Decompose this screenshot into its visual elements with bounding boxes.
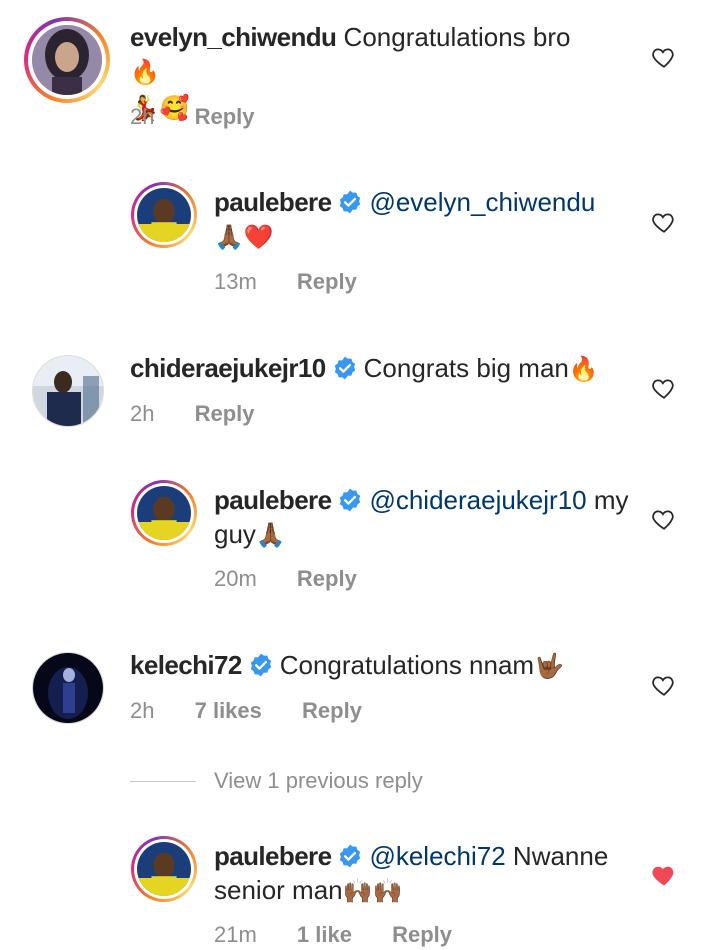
timestamp: 21m: [214, 922, 257, 947]
reply-item: paulebere @chideraejukejr10 my guy🙏🏾 20m …: [0, 465, 720, 605]
reply-button[interactable]: Reply: [195, 104, 255, 129]
avatar-image: [137, 486, 191, 540]
comment-text: Congratulations bro: [343, 22, 571, 52]
comment-meta: 2h Reply: [130, 104, 289, 130]
comment-item: kelechi72 Congratulations nnam🤟🏾 2h 7 lik…: [0, 632, 720, 742]
comment-meta: 2h 7 likes Reply: [130, 698, 396, 724]
comment-item: chideraejukejr10 Congrats big man🔥 2h Rep…: [0, 335, 720, 465]
view-replies-label[interactable]: View 1 previous reply: [214, 768, 423, 794]
comment-meta: 2h Reply: [130, 401, 289, 427]
username[interactable]: chideraejukejr10: [130, 353, 326, 383]
avatar[interactable]: [32, 355, 104, 427]
comment-text: Congratulations nnam: [279, 650, 535, 680]
heart-icon[interactable]: [651, 506, 677, 532]
verified-badge-icon: [250, 653, 271, 677]
avatar-image: [137, 188, 191, 242]
mention-link[interactable]: @kelechi72: [369, 841, 505, 871]
reply-button[interactable]: Reply: [302, 698, 362, 723]
comment-text-line2: senior man: [214, 875, 343, 905]
comment-emoji: 🤟🏾: [534, 653, 564, 680]
avatar[interactable]: [131, 182, 197, 248]
avatar[interactable]: [131, 836, 197, 902]
mention-link[interactable]: @chideraejukejr10: [369, 485, 586, 515]
username[interactable]: paulebere: [214, 187, 332, 217]
comment-text-line2: guy: [214, 519, 256, 549]
avatar[interactable]: [131, 480, 197, 546]
avatar[interactable]: [24, 17, 110, 103]
username[interactable]: paulebere: [214, 485, 332, 515]
thread-line: [130, 780, 196, 782]
comment-emoji: 🙌🏾🙌🏾: [342, 878, 403, 905]
reply-item: paulebere @evelyn_chiwendu 🙏🏾❤️ 13m Reply: [0, 165, 720, 305]
heart-filled-icon[interactable]: [651, 862, 677, 888]
timestamp: 2h: [130, 104, 155, 129]
verified-badge-icon: [340, 488, 361, 512]
timestamp: 13m: [214, 269, 257, 294]
heart-icon[interactable]: [651, 672, 677, 698]
comment-emoji: 🙏🏾: [255, 522, 286, 549]
verified-badge-icon: [340, 844, 361, 868]
avatar-image: [137, 842, 191, 896]
view-previous-replies[interactable]: View 1 previous reply: [130, 768, 423, 794]
fire-emoji: 🔥: [130, 59, 160, 86]
comment-text: Nwanne: [512, 841, 609, 871]
verified-badge-icon: [334, 356, 355, 380]
verified-badge-icon: [340, 190, 361, 214]
heart-icon[interactable]: [651, 209, 677, 235]
heart-icon[interactable]: [651, 375, 677, 401]
timestamp: 2h: [130, 698, 155, 723]
comment-text: Congrats big man: [363, 353, 569, 383]
comment-text: my: [593, 485, 629, 515]
avatar-image: [33, 653, 103, 723]
comment-meta: 21m 1 like Reply: [214, 922, 486, 948]
likes-count[interactable]: 1 like: [297, 922, 352, 947]
fire-emoji: 🔥: [568, 356, 599, 383]
avatar[interactable]: [32, 652, 104, 724]
comment-item: evelyn_chiwendu Congratulations bro🔥 💃🥰 …: [0, 0, 720, 160]
comment-emoji: 🙏🏾❤️: [214, 224, 274, 251]
avatar-image: [33, 356, 103, 426]
reply-button[interactable]: Reply: [392, 922, 452, 947]
timestamp: 20m: [214, 566, 257, 591]
username[interactable]: paulebere: [214, 841, 332, 871]
likes-count[interactable]: 7 likes: [195, 698, 262, 723]
username[interactable]: evelyn_chiwendu: [130, 22, 337, 52]
reply-button[interactable]: Reply: [297, 269, 357, 294]
avatar-image: [32, 25, 102, 95]
timestamp: 2h: [130, 401, 155, 426]
mention-link[interactable]: @evelyn_chiwendu: [369, 187, 595, 217]
comment-meta: 20m Reply: [214, 566, 391, 592]
reply-item: paulebere @kelechi72 Nwanne senior man🙌🏾🙌…: [0, 820, 720, 950]
reply-button[interactable]: Reply: [195, 401, 255, 426]
comment-meta: 13m Reply: [214, 269, 391, 295]
username[interactable]: kelechi72: [130, 650, 242, 680]
heart-icon[interactable]: [651, 44, 677, 70]
reply-button[interactable]: Reply: [297, 566, 357, 591]
